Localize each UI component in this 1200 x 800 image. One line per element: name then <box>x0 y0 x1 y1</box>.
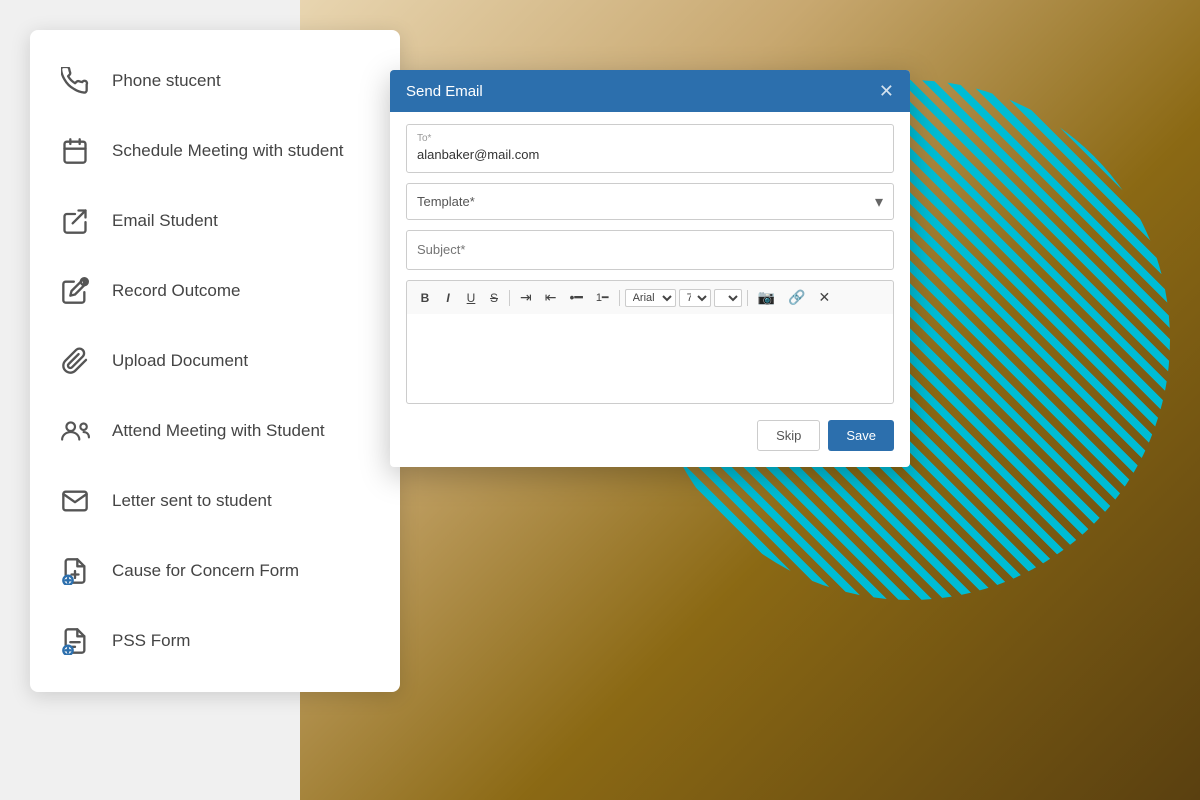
strikethrough-button[interactable]: S <box>484 289 504 307</box>
action-label-schedule-meeting: Schedule Meeting with student <box>112 141 344 161</box>
dialog-title: Send Email <box>406 83 483 100</box>
action-item-record-outcome[interactable]: Record Outcome <box>30 256 400 326</box>
numbered-list-button[interactable]: 1━ <box>591 289 614 306</box>
action-item-phone-student[interactable]: Phone stucent <box>30 46 400 116</box>
template-field: Template* ▾ <box>406 183 894 220</box>
subject-field <box>406 230 894 270</box>
underline-button[interactable]: U <box>461 289 481 307</box>
to-input[interactable] <box>417 147 883 162</box>
remove-format-button[interactable]: ✕ <box>813 287 835 308</box>
save-button[interactable]: Save <box>828 420 894 451</box>
toolbar-separator-3 <box>747 290 748 306</box>
action-label-record-outcome: Record Outcome <box>112 281 241 301</box>
dialog-footer: Skip Save <box>406 416 894 451</box>
action-label-phone-student: Phone stucent <box>112 71 221 91</box>
action-panel: Phone stucent Schedule Meeting with stud… <box>30 30 400 692</box>
font-select[interactable]: Arial <box>625 289 676 307</box>
outdent-button[interactable]: ⇤ <box>540 287 562 308</box>
paperclip-icon <box>54 340 96 382</box>
action-label-upload-document: Upload Document <box>112 351 248 371</box>
font-size2-select[interactable]: 2 <box>714 289 742 307</box>
action-item-pss-form[interactable]: PSS Form <box>30 606 400 676</box>
calendar-icon <box>54 130 96 172</box>
action-label-email-student: Email Student <box>112 211 218 231</box>
font-size-select[interactable]: 7 <box>679 289 711 307</box>
bullet-list-button[interactable]: •━ <box>564 287 587 308</box>
record-icon <box>54 270 96 312</box>
action-item-upload-document[interactable]: Upload Document <box>30 326 400 396</box>
action-item-schedule-meeting[interactable]: Schedule Meeting with student <box>30 116 400 186</box>
toolbar-separator-1 <box>509 290 510 306</box>
editor-area[interactable] <box>406 314 894 404</box>
template-select[interactable]: Template* <box>407 184 893 219</box>
action-item-cause-concern[interactable]: Cause for Concern Form <box>30 536 400 606</box>
subject-input[interactable] <box>417 242 883 257</box>
doc-add-icon <box>54 550 96 592</box>
dialog-header: Send Email ✕ <box>390 70 910 112</box>
image-button[interactable]: 📷 <box>753 287 780 308</box>
phone-icon <box>54 60 96 102</box>
toolbar-separator-2 <box>619 290 620 306</box>
skip-button[interactable]: Skip <box>757 420 820 451</box>
dialog-close-button[interactable]: ✕ <box>879 82 894 100</box>
action-item-letter-sent[interactable]: Letter sent to student <box>30 466 400 536</box>
link-button[interactable]: 🔗 <box>783 287 810 308</box>
action-item-email-student[interactable]: Email Student <box>30 186 400 256</box>
action-item-attend-meeting[interactable]: Attend Meeting with Student <box>30 396 400 466</box>
editor-toolbar: B I U S ⇥ ⇤ •━ 1━ Arial 7 2 📷 🔗 ✕ <box>406 280 894 314</box>
to-field: To* <box>406 124 894 173</box>
doc-add2-icon <box>54 620 96 662</box>
envelope-icon <box>54 480 96 522</box>
dialog-body: To* Template* ▾ B I U S ⇥ ⇤ •━ 1━ <box>390 112 910 467</box>
bold-button[interactable]: B <box>415 289 435 307</box>
italic-button[interactable]: I <box>438 289 458 307</box>
action-label-pss-form: PSS Form <box>112 631 190 651</box>
to-label: To* <box>417 133 883 144</box>
indent-button[interactable]: ⇥ <box>515 287 537 308</box>
action-label-cause-concern: Cause for Concern Form <box>112 561 299 581</box>
action-label-attend-meeting: Attend Meeting with Student <box>112 421 325 441</box>
email-forward-icon <box>54 200 96 242</box>
group-icon <box>54 410 96 452</box>
email-dialog: Send Email ✕ To* Template* ▾ B I U S ⇥ <box>390 70 910 467</box>
action-label-letter-sent: Letter sent to student <box>112 491 272 511</box>
